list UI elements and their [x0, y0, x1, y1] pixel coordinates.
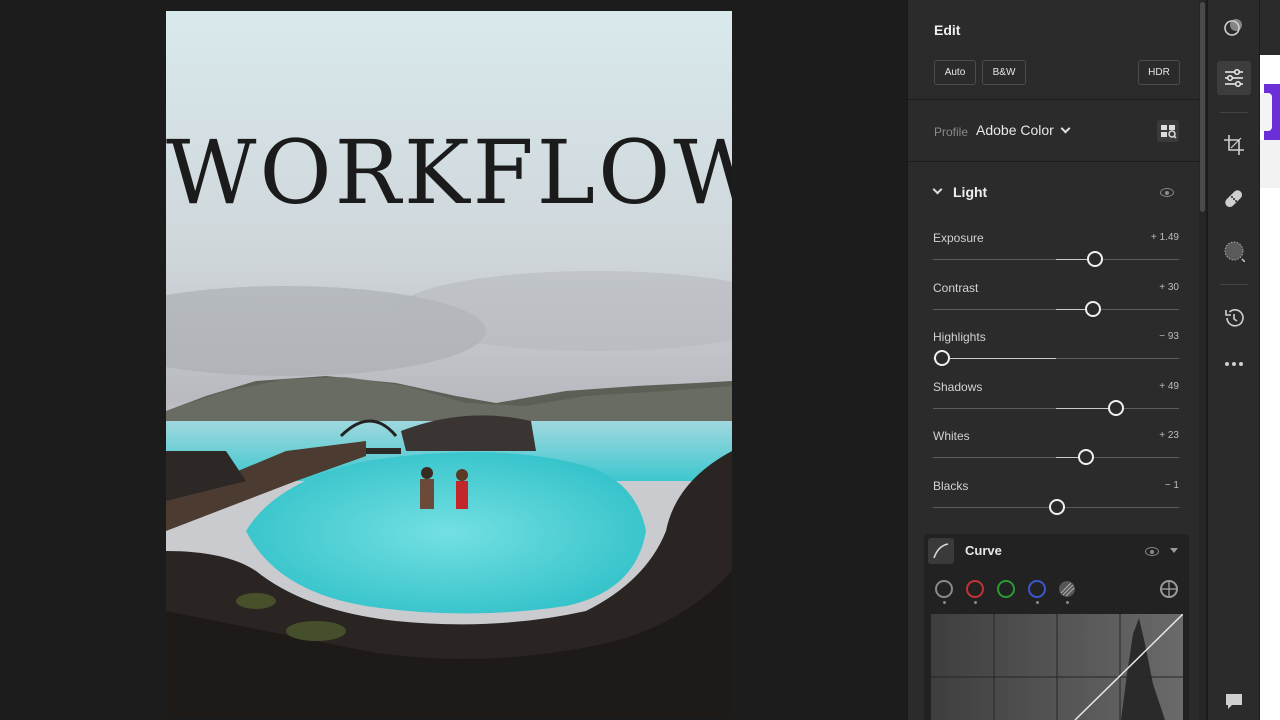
tool-strip [1207, 0, 1259, 720]
slider-track-highlights[interactable] [933, 350, 1179, 366]
point-curve-channel-icon[interactable] [935, 580, 953, 598]
slider-value-blacks[interactable]: − 1 [1165, 480, 1179, 491]
curve-visibility-eye-icon[interactable] [1145, 547, 1159, 556]
photo-overlay-text: WORKFLOW [166, 121, 732, 224]
slider-knob-whites[interactable] [1077, 449, 1094, 465]
slider-track-contrast[interactable] [933, 300, 1179, 317]
slider-track-exposure[interactable] [933, 251, 1179, 267]
slider-knob-blacks[interactable] [1049, 498, 1066, 515]
photo-canvas[interactable]: WORKFLOW [166, 11, 732, 717]
profile-section: Profile Adobe Color [908, 100, 1201, 162]
profile-browser-icon[interactable] [1157, 120, 1179, 142]
curve-section: Curve [924, 534, 1189, 720]
presets-icon[interactable] [1217, 10, 1251, 44]
curve-menu-caret-icon[interactable] [1170, 548, 1178, 553]
channel-dot-marker [973, 601, 977, 604]
slider-track-shadows[interactable] [933, 399, 1179, 416]
masking-icon[interactable] [1217, 234, 1251, 268]
channel-dot-marker [942, 601, 946, 604]
slider-label-exposure: Exposure [933, 231, 984, 245]
slider-track-whites[interactable] [933, 449, 1179, 465]
slider-fill [1056, 407, 1117, 409]
blue-channel-icon[interactable] [1028, 580, 1046, 598]
light-section-title[interactable]: Light [953, 184, 987, 200]
edit-section: Edit Auto B&W HDR [908, 0, 1201, 100]
slider-label-highlights: Highlights [933, 330, 986, 344]
slider-value-contrast[interactable]: + 30 [1159, 282, 1179, 293]
profile-label: Profile [934, 125, 969, 139]
profile-dropdown[interactable]: Adobe Color [976, 122, 1071, 138]
bw-button[interactable]: B&W [982, 60, 1026, 85]
slider-fill [941, 358, 1056, 359]
edit-title: Edit [934, 22, 961, 38]
slider-value-whites[interactable]: + 23 [1159, 430, 1179, 441]
chevron-down-icon [1060, 123, 1071, 134]
light-visibility-eye-icon[interactable] [1160, 188, 1174, 197]
slider-label-shadows: Shadows [933, 379, 983, 394]
tool-separator [1220, 284, 1248, 285]
channel-dot-marker [1065, 601, 1069, 604]
slider-label-whites: Whites [933, 429, 970, 443]
comments-icon[interactable] [1217, 684, 1251, 718]
healing-icon[interactable] [1217, 182, 1251, 216]
lightroom-app: WORKFLOW Edit Auto B&W HDR Profile Adobe… [0, 0, 1280, 720]
crop-icon[interactable] [1217, 128, 1251, 162]
hdr-button[interactable]: HDR [1138, 60, 1180, 85]
slider-knob-highlights[interactable] [933, 350, 950, 366]
background-window-edge [1260, 0, 1280, 720]
panel-scrollbar-thumb[interactable] [1200, 2, 1205, 212]
curve-icon[interactable] [928, 538, 954, 564]
slider-track-blacks[interactable] [933, 498, 1179, 515]
profile-value: Adobe Color [976, 122, 1054, 138]
parametric-curve-icon[interactable] [1058, 580, 1076, 598]
curve-title[interactable]: Curve [965, 543, 1002, 558]
channel-dot-marker [1035, 601, 1039, 604]
tool-separator [1220, 112, 1248, 113]
slider-label-blacks: Blacks [933, 478, 969, 493]
tone-curve-graph[interactable] [931, 613, 1184, 720]
edit-icon[interactable] [1217, 61, 1251, 95]
photo-image [166, 11, 732, 717]
slider-label-contrast: Contrast [933, 280, 979, 295]
slider-value-highlights[interactable]: − 93 [1159, 331, 1179, 342]
slider-knob-shadows[interactable] [1108, 399, 1125, 416]
slider-value-exposure[interactable]: + 1.49 [1151, 232, 1179, 243]
auto-button[interactable]: Auto [934, 60, 976, 85]
history-icon[interactable] [1217, 301, 1251, 335]
red-channel-icon[interactable] [966, 580, 984, 598]
green-channel-icon[interactable] [997, 580, 1015, 598]
targeted-adjustment-icon[interactable] [1160, 580, 1178, 598]
slider-knob-contrast[interactable] [1084, 300, 1101, 317]
slider-value-shadows[interactable]: + 49 [1159, 381, 1179, 392]
more-icon[interactable] [1217, 347, 1251, 381]
